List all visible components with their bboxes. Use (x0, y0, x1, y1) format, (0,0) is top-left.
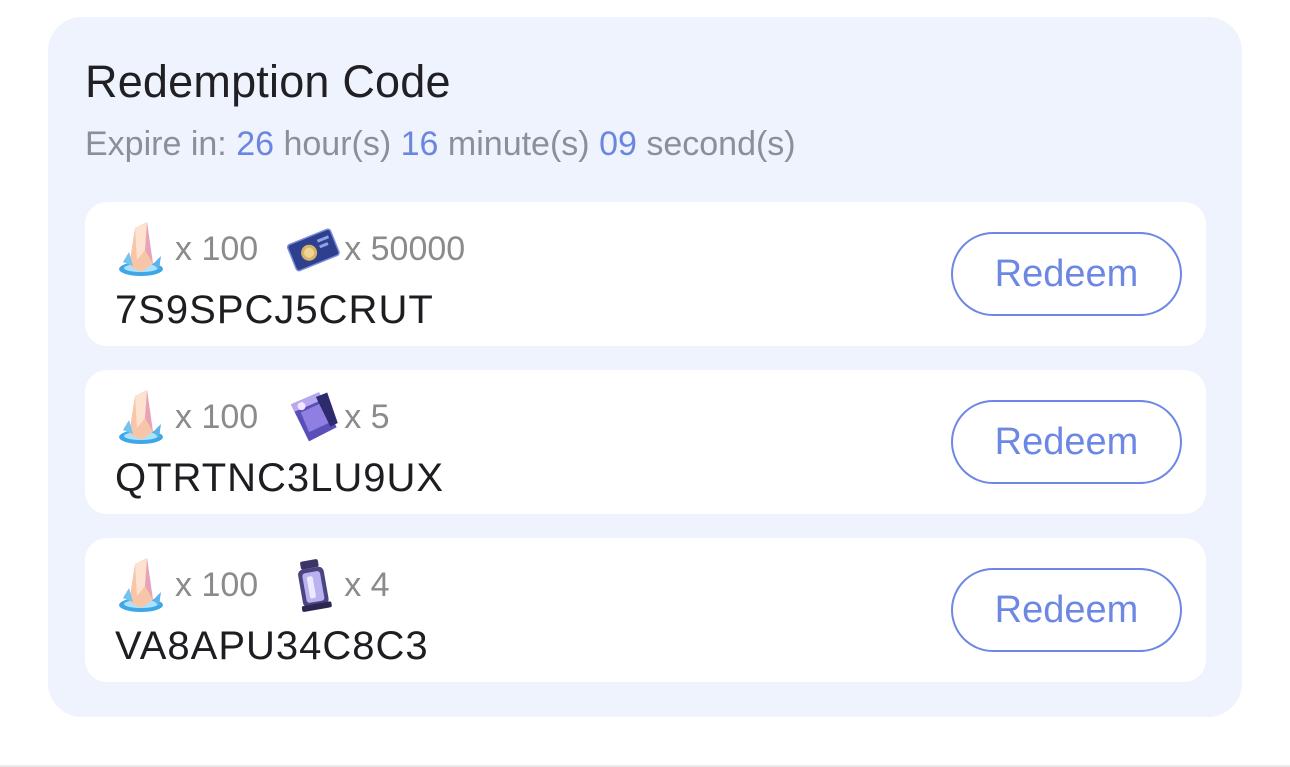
stellar-jade-icon (119, 222, 163, 276)
redeem-button[interactable]: Redeem (951, 568, 1182, 652)
reward-item: x 100 (115, 388, 258, 446)
reward-item: x 50000 (284, 220, 465, 278)
stellar-jade-icon (119, 558, 163, 612)
redemption-code-text: 7S9SPCJ5CRUT (115, 288, 434, 332)
lantern-bottle-icon (298, 559, 332, 612)
expire-hours-label: hour(s) (283, 125, 392, 163)
reward-list: x 100 x 5 (115, 388, 416, 446)
redemption-code-panel: Redemption Code Expire in: 26 hour(s) 16… (48, 17, 1242, 717)
redeem-button[interactable]: Redeem (951, 232, 1182, 316)
expire-minutes-label: minute(s) (447, 125, 590, 163)
redeem-button[interactable]: Redeem (951, 400, 1182, 484)
redemption-code-text: VA8APU34C8C3 (115, 624, 429, 668)
expire-hours: 26 (236, 125, 275, 163)
expire-minutes: 16 (400, 125, 439, 163)
redemption-code-text: QTRTNC3LU9UX (115, 456, 445, 500)
expire-seconds: 09 (599, 125, 637, 163)
credit-card-icon (287, 228, 340, 272)
expire-prefix: Expire in: (85, 125, 227, 163)
stellar-jade-icon (119, 390, 163, 444)
reward-item: x 4 (284, 556, 390, 614)
reward-item: x 5 (284, 388, 390, 446)
reward-qty: x 100 (175, 566, 259, 604)
expire-countdown: Expire in: 26 hour(s) 16 minute(s) 09 se… (85, 123, 796, 165)
reward-qty: x 5 (344, 398, 390, 436)
expire-seconds-label: second(s) (646, 125, 796, 163)
reward-list: x 100 x 4 (115, 556, 416, 614)
reward-list: x 100 x 50000 (115, 220, 491, 278)
code-card: x 100 x 5 QTRTNC3LU9UX Redeem (85, 370, 1206, 514)
reward-qty: x 50000 (344, 230, 466, 268)
code-card: x 100 x 4 VA8APU34C8C3 Redeem (85, 538, 1206, 682)
reward-qty: x 4 (344, 566, 390, 604)
reward-item: x 100 (115, 220, 258, 278)
panel-title: Redemption Code (85, 56, 451, 107)
reward-qty: x 100 (175, 398, 259, 436)
exp-book-icon (291, 392, 338, 442)
reward-qty: x 100 (175, 230, 259, 268)
reward-item: x 100 (115, 556, 258, 614)
code-card: x 100 x 50000 7S9SPCJ5CRUT Redeem (85, 202, 1206, 346)
